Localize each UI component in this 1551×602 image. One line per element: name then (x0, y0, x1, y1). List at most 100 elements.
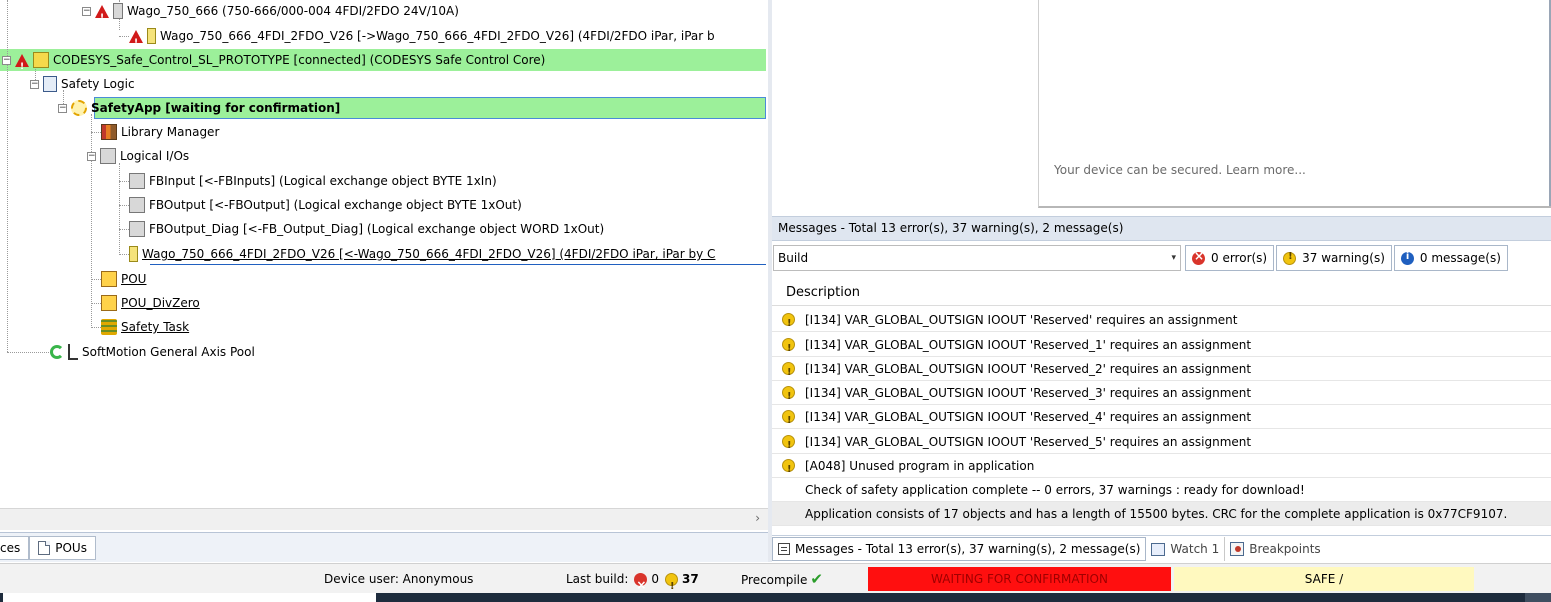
watch-icon (1151, 542, 1166, 556)
start-page-pane: Your device can be secured. Learn more..… (772, 0, 1551, 208)
tree-item-wago-iopar[interactable]: Wago_750_666_4FDI_2FDO_V26 [->Wago_750_6… (129, 25, 715, 54)
precompile-status[interactable]: Precompile ✔ (741, 564, 823, 594)
tree-item-pou-divzero[interactable]: POU_DivZero (101, 292, 200, 314)
tree-item-label: Safety Task (121, 320, 190, 334)
expand-toggle[interactable]: − (82, 6, 91, 16)
taskbar-light-segment (0, 593, 376, 602)
io-module-icon (129, 197, 145, 213)
tab-devices[interactable]: ces (0, 535, 30, 560)
warning-icon (782, 385, 795, 409)
last-build-warning-count: 37 (682, 572, 699, 586)
messages-list[interactable]: Description [I134] VAR_GLOBAL_OUTSIGN IO… (772, 280, 1551, 530)
tree-item-label: SoftMotion General Axis Pool (82, 345, 255, 359)
collapse-toggle[interactable]: − (30, 79, 39, 89)
tree-item-label: SafetyApp [waiting for confirmation] (91, 101, 341, 115)
tree-item-wago-logical[interactable]: Wago_750_666_4FDI_2FDO_V26 [<-Wago_750_6… (129, 243, 715, 265)
warning-icon (782, 312, 795, 336)
last-build-label: Last build: (566, 572, 629, 586)
tree-item-label: FBOutput_Diag [<-FB_Output_Diag] (Logica… (149, 222, 605, 236)
tree-connector (119, 163, 120, 255)
filter-errors-button[interactable]: 0 error(s) (1185, 245, 1275, 271)
pou-icon (101, 295, 117, 311)
operating-state-badge[interactable]: WAITING FOR CONFIRMATION (868, 567, 1171, 591)
warning-icon (665, 572, 679, 602)
filter-label: 0 message(s) (1419, 251, 1501, 265)
io-device-icon (147, 28, 156, 44)
messages-toolbar: Build ▾ 0 error(s) 37 warning(s) 0 messa… (772, 243, 1551, 273)
tree-connector (91, 303, 101, 304)
tree-item-label: Logical I/Os (120, 149, 190, 163)
tree-item-fboutput-diag[interactable]: FBOutput_Diag [<-FB_Output_Diag] (Logica… (129, 218, 604, 240)
message-row[interactable]: [I134] VAR_GLOBAL_OUTSIGN IOOUT 'Reserve… (772, 308, 1551, 336)
tree-connector (91, 279, 101, 280)
tab-breakpoints[interactable]: Breakpoints (1225, 537, 1325, 561)
tab-watch[interactable]: Watch 1 (1146, 537, 1226, 561)
tree-item-safetyapp[interactable]: − SafetyApp [waiting for confirmation] (58, 97, 340, 119)
library-books-icon (101, 124, 117, 140)
bottom-pane-tabs: Messages - Total 13 error(s), 37 warning… (772, 535, 1551, 562)
device-tree[interactable]: − Wago_750_666 (750-666/000-004 4FDI/2FD… (0, 0, 768, 510)
tree-connector (7, 352, 51, 353)
filter-warnings-button[interactable]: 37 warning(s) (1276, 245, 1392, 271)
tree-horizontal-scrollbar[interactable]: › (0, 508, 768, 530)
taskbar-scroll-segment (1525, 593, 1551, 602)
tree-item-pou[interactable]: POU (101, 268, 146, 290)
collapse-toggle[interactable]: − (58, 103, 67, 113)
tree-item-wago-module[interactable]: − Wago_750_666 (750-666/000-004 4FDI/2FD… (82, 0, 459, 29)
tree-item-label: POU (121, 272, 147, 286)
tab-label: POUs (55, 540, 87, 555)
io-device-icon (129, 246, 138, 262)
message-row[interactable]: [I134] VAR_GLOBAL_OUTSIGN IOOUT 'Reserve… (772, 381, 1551, 409)
message-row[interactable]: [I134] VAR_GLOBAL_OUTSIGN IOOUT 'Reserve… (772, 430, 1551, 458)
tree-item-library-manager[interactable]: Library Manager (101, 121, 219, 143)
message-text: [I134] VAR_GLOBAL_OUTSIGN IOOUT 'Reserve… (805, 434, 1252, 449)
last-build-status[interactable]: Last build: 0 37 (566, 564, 699, 602)
safe-state-badge[interactable]: SAFE / (1174, 567, 1474, 591)
io-module-icon (129, 221, 145, 237)
message-row[interactable]: [I134] VAR_GLOBAL_OUTSIGN IOOUT 'Reserve… (772, 405, 1551, 433)
message-row[interactable]: [I134] VAR_GLOBAL_OUTSIGN IOOUT 'Reserve… (772, 357, 1551, 385)
tab-label: Watch 1 (1170, 542, 1220, 556)
tree-connector (119, 205, 129, 206)
safety-logic-icon (43, 76, 57, 92)
message-row-selected[interactable]: Application consists of 17 objects and h… (772, 502, 1551, 526)
device-secured-link[interactable]: Your device can be secured. Learn more..… (1054, 163, 1306, 177)
io-module-icon (129, 173, 145, 189)
precompile-label: Precompile (741, 573, 808, 587)
tree-item-label: FBOutput [<-FBOutput] (Logical exchange … (149, 198, 522, 212)
message-row[interactable]: [I134] VAR_GLOBAL_OUTSIGN IOOUT 'Reserve… (772, 333, 1551, 361)
message-text: [I134] VAR_GLOBAL_OUTSIGN IOOUT 'Reserve… (805, 409, 1252, 424)
filter-messages-button[interactable]: 0 message(s) (1393, 245, 1508, 271)
warning-icon (782, 361, 795, 385)
tree-item-fbinput[interactable]: FBInput [<-FBInputs] (Logical exchange o… (129, 170, 497, 192)
document-icon (38, 540, 51, 555)
tab-messages[interactable]: Messages - Total 13 error(s), 37 warning… (772, 537, 1147, 561)
tree-item-safety-logic[interactable]: − Safety Logic (30, 73, 135, 95)
tree-item-safe-control[interactable]: − CODESYS_Safe_Control_SL_PROTOTYPE [con… (2, 49, 545, 78)
tab-pous[interactable]: POUs (29, 535, 96, 560)
status-bar: Device user: Anonymous Last build: 0 37 … (0, 563, 1551, 602)
tree-item-safety-task[interactable]: Safety Task (101, 316, 189, 338)
tab-label: Messages - Total 13 error(s), 37 warning… (795, 542, 1141, 556)
tree-item-fboutput[interactable]: FBOutput [<-FBOutput] (Logical exchange … (129, 194, 522, 216)
tree-item-label: FBInput [<-FBInputs] (Logical exchange o… (149, 174, 497, 188)
warning-icon (782, 337, 795, 361)
device-user-status[interactable]: Device user: Anonymous (324, 564, 473, 594)
message-row[interactable]: Check of safety application complete -- … (772, 478, 1551, 502)
pou-icon (101, 271, 117, 287)
tree-connector (119, 229, 129, 230)
warning-icon (1283, 251, 1297, 265)
tree-item-logical-ios[interactable]: − Logical I/Os (87, 145, 189, 167)
scroll-right-icon[interactable]: › (755, 511, 760, 525)
message-source-select[interactable]: Build ▾ (773, 245, 1181, 271)
collapse-toggle[interactable]: − (2, 55, 11, 65)
filter-label: 37 warning(s) (1302, 251, 1385, 265)
warning-icon (782, 458, 795, 482)
tree-item-label: Wago_750_666_4FDI_2FDO_V26 [<-Wago_750_6… (142, 247, 716, 261)
last-build-error-count: 0 (651, 572, 660, 586)
io-module-icon (113, 3, 123, 19)
tree-item-softmotion-pool[interactable]: SoftMotion General Axis Pool (50, 341, 255, 363)
message-row[interactable]: [A048] Unused program in application (772, 454, 1551, 482)
column-header-description[interactable]: Description (772, 280, 1551, 306)
collapse-toggle[interactable]: − (87, 151, 96, 161)
